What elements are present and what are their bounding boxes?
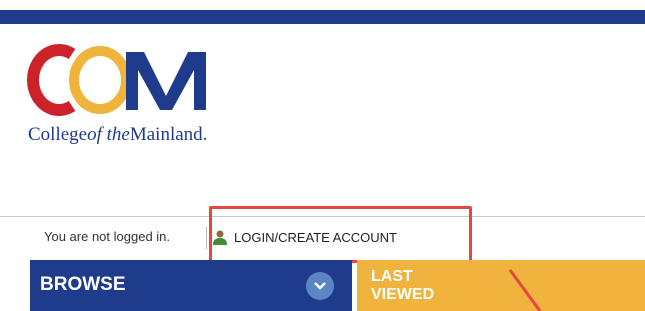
logo-wordmark: Collegeof theMainland. bbox=[28, 124, 207, 145]
not-logged-in-text: You are not logged in. bbox=[44, 229, 171, 244]
last-viewed-label: LAST VIEWED bbox=[371, 268, 435, 303]
annotation-arrow-line bbox=[508, 269, 542, 311]
status-divider bbox=[206, 227, 207, 249]
top-banner-bar bbox=[0, 10, 645, 24]
browse-menu[interactable]: BROWSE bbox=[30, 260, 352, 311]
college-logo[interactable]: Collegeof theMainland. bbox=[26, 40, 266, 155]
chevron-down-icon[interactable] bbox=[306, 272, 334, 300]
highlight-annotation-box bbox=[209, 206, 472, 263]
browse-label: BROWSE bbox=[40, 274, 126, 295]
